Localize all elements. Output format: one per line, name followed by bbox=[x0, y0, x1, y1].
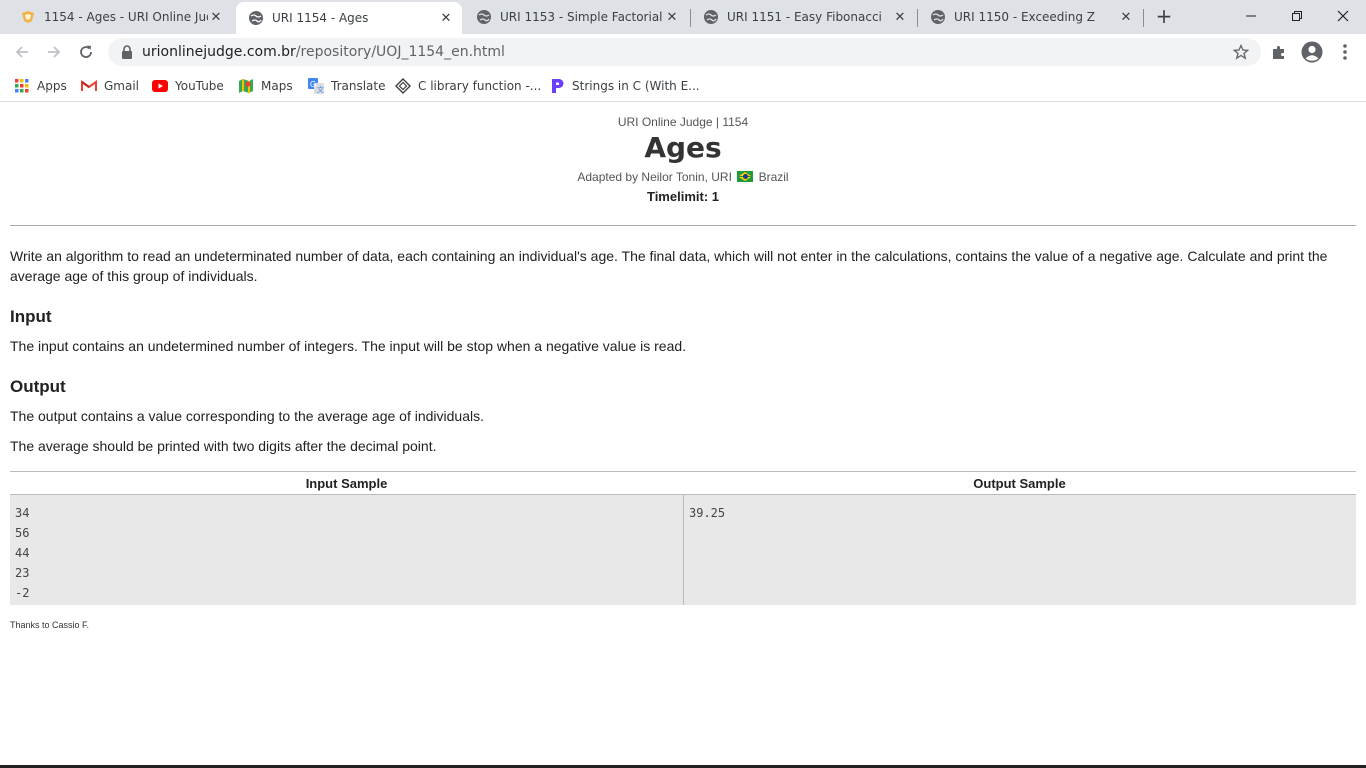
tab-separator bbox=[1143, 9, 1144, 27]
tab-title: URI 1154 - Ages bbox=[272, 11, 369, 25]
output-heading: Output bbox=[10, 377, 66, 396]
output-sample-header: Output Sample bbox=[683, 472, 1356, 495]
tab-uri-1154-ages[interactable]: URI 1154 - Ages ✕ bbox=[236, 2, 462, 34]
bookmark-strings-in-c[interactable]: Strings in C (With E... bbox=[549, 76, 700, 96]
tab-uri-1151[interactable]: URI 1151 - Easy Fibonacci ✕ bbox=[691, 0, 916, 34]
youtube-icon bbox=[152, 78, 168, 94]
minimize-button[interactable] bbox=[1228, 0, 1274, 32]
bookmark-label: Gmail bbox=[104, 79, 140, 93]
tab-close-icon[interactable]: ✕ bbox=[892, 9, 908, 25]
bookmark-maps[interactable]: Maps bbox=[238, 76, 293, 96]
problem-page: URI Online Judge | 1154 Ages Adapted by … bbox=[0, 103, 1366, 766]
globe-icon bbox=[476, 9, 492, 25]
translate-icon: G文 bbox=[308, 78, 324, 94]
profile-button[interactable] bbox=[1300, 40, 1324, 64]
bookmark-star-icon[interactable] bbox=[1233, 44, 1249, 60]
output-description: The output contains a value correspondin… bbox=[10, 408, 484, 424]
tab-uri-1153[interactable]: URI 1153 - Simple Factorial ✕ bbox=[464, 0, 688, 34]
back-button[interactable] bbox=[9, 39, 35, 65]
extensions-button[interactable] bbox=[1267, 40, 1291, 64]
author-text: Adapted by Neilor Tonin, URI bbox=[577, 170, 732, 184]
bookmark-label: C library function -... bbox=[418, 79, 542, 93]
new-tab-button[interactable]: + bbox=[1153, 6, 1175, 28]
sample-table: Input Sample Output Sample 34 56 44 23 -… bbox=[10, 471, 1356, 605]
url-path: /repository/UOJ_1154_en.html bbox=[295, 44, 505, 60]
tab-close-icon[interactable]: ✕ bbox=[664, 9, 680, 25]
lock-icon[interactable] bbox=[120, 45, 134, 59]
avatar-icon bbox=[1301, 41, 1323, 63]
maps-icon bbox=[238, 78, 254, 94]
back-arrow-icon bbox=[15, 46, 28, 58]
apps-grid-icon bbox=[14, 78, 30, 94]
menu-button[interactable] bbox=[1333, 40, 1357, 64]
svg-text:G: G bbox=[310, 80, 316, 89]
close-window-button[interactable] bbox=[1320, 0, 1366, 32]
svg-text:文: 文 bbox=[317, 85, 324, 94]
bookmarks-bar: Apps Gmail YouTube Maps G文 Translate C l… bbox=[0, 70, 1366, 102]
tab-title: 1154 - Ages - URI Online Judge bbox=[44, 10, 208, 24]
reload-icon bbox=[80, 45, 92, 58]
bookmark-gmail[interactable]: Gmail bbox=[81, 76, 139, 96]
tab-close-icon[interactable]: ✕ bbox=[1118, 9, 1134, 25]
tab-title: URI 1151 - Easy Fibonacci bbox=[727, 10, 882, 24]
tab-title: URI 1150 - Exceeding Z bbox=[954, 10, 1096, 24]
header-divider bbox=[10, 225, 1356, 226]
forward-button[interactable] bbox=[41, 39, 67, 65]
brazil-flag-icon bbox=[737, 171, 754, 182]
minimize-icon bbox=[1246, 15, 1256, 17]
thanks-note: Thanks to Cassio F. bbox=[10, 620, 90, 630]
url-host: urionlinejudge.com.br bbox=[142, 44, 296, 60]
output-format-note: The average should be printed with two d… bbox=[10, 438, 437, 454]
tab-uri-1154-judge[interactable]: 1154 - Ages - URI Online Judge ✕ bbox=[8, 0, 232, 34]
output-sample-value[interactable]: 39.25 bbox=[684, 495, 1356, 605]
gmail-icon bbox=[81, 78, 97, 94]
tab-title: URI 1153 - Simple Factorial bbox=[500, 10, 663, 24]
bookmark-apps[interactable]: Apps bbox=[14, 76, 67, 96]
uri-favicon-icon bbox=[20, 9, 36, 25]
reload-button[interactable] bbox=[73, 39, 99, 65]
bookmark-label: Strings in C (With E... bbox=[572, 79, 700, 93]
c-library-icon bbox=[395, 78, 411, 94]
tab-close-icon[interactable]: ✕ bbox=[208, 9, 224, 25]
programiz-icon bbox=[549, 78, 565, 94]
url-text[interactable]: urionlinejudge.com.br/repository/UOJ_115… bbox=[142, 44, 505, 60]
author-country: Brazil bbox=[758, 170, 789, 184]
tab-strip: 1154 - Ages - URI Online Judge ✕ URI 115… bbox=[0, 0, 1366, 34]
globe-icon bbox=[248, 10, 264, 26]
tab-close-icon[interactable]: ✕ bbox=[438, 10, 454, 26]
puzzle-icon bbox=[1273, 46, 1284, 59]
restore-icon bbox=[1292, 11, 1302, 21]
problem-author: Adapted by Neilor Tonin, URI Brazil bbox=[0, 170, 1366, 184]
globe-icon bbox=[930, 9, 946, 25]
bookmark-label: Maps bbox=[261, 79, 293, 93]
timelimit: Timelimit: 1 bbox=[646, 189, 719, 204]
bookmark-label: YouTube bbox=[175, 79, 224, 93]
bookmark-label: Apps bbox=[37, 79, 67, 93]
close-icon bbox=[1337, 10, 1349, 22]
page-title: Ages bbox=[644, 131, 722, 164]
input-sample-header: Input Sample bbox=[10, 472, 683, 495]
bookmark-label: Translate bbox=[331, 79, 386, 93]
bookmark-translate[interactable]: G文 Translate bbox=[308, 76, 386, 96]
globe-icon bbox=[703, 9, 719, 25]
problem-description: Write an algorithm to read an undetermin… bbox=[10, 248, 1328, 284]
bookmark-youtube[interactable]: YouTube bbox=[152, 76, 224, 96]
browser-toolbar: urionlinejudge.com.br/repository/UOJ_115… bbox=[0, 34, 1366, 70]
restore-button[interactable] bbox=[1274, 0, 1320, 32]
problem-subtitle: URI Online Judge | 1154 bbox=[617, 115, 749, 129]
tab-uri-1150[interactable]: URI 1150 - Exceeding Z ✕ bbox=[918, 0, 1142, 34]
forward-arrow-icon bbox=[48, 46, 61, 58]
input-description: The input contains an undetermined numbe… bbox=[10, 338, 687, 354]
kebab-menu-icon bbox=[1343, 44, 1347, 60]
bookmark-c-library[interactable]: C library function -... bbox=[395, 76, 541, 96]
input-heading: Input bbox=[10, 307, 52, 326]
input-sample-value[interactable]: 34 56 44 23 -2 bbox=[10, 495, 683, 605]
address-bar[interactable]: urionlinejudge.com.br/repository/UOJ_115… bbox=[108, 38, 1261, 66]
